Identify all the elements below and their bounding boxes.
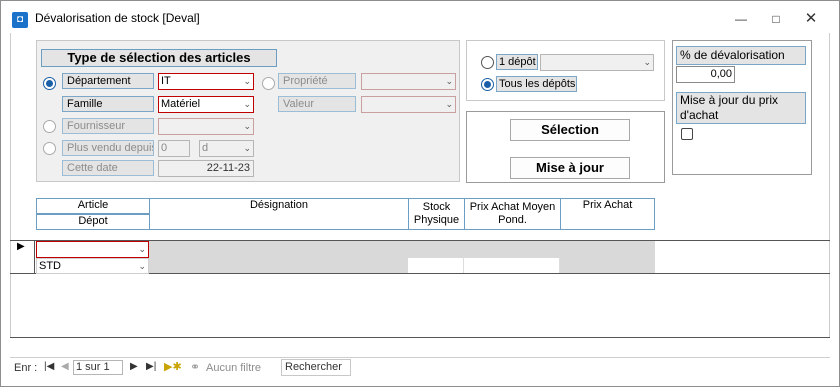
valeur-label: Valeur: [278, 96, 356, 112]
propriete-label: Propriété: [278, 73, 356, 89]
famille-value: Matériel: [161, 98, 201, 110]
chevron-down-icon: ⌄: [138, 244, 146, 254]
header-article[interactable]: Article: [36, 198, 150, 214]
window-title: Dévalorisation de stock [Deval]: [35, 11, 200, 25]
radio-fournisseur[interactable]: [43, 120, 56, 133]
chevron-down-icon: ⌄: [243, 76, 251, 86]
cette-date-input[interactable]: 22-11-23: [158, 160, 254, 177]
new-record-icon[interactable]: ▶✱: [164, 360, 182, 373]
cette-date-label: Cette date: [62, 160, 154, 176]
tous-depots-label: Tous les dépôts: [496, 76, 577, 92]
search-input[interactable]: Rechercher: [281, 359, 351, 376]
header-stock-physique[interactable]: Stock Physique: [408, 198, 465, 230]
first-record-icon[interactable]: |◀: [44, 361, 54, 372]
pct-devalorisation-label: % de dévalorisation: [676, 46, 806, 65]
title-bar: ◘ Dévalorisation de stock [Deval] — □ ✕: [1, 1, 839, 33]
last-record-icon[interactable]: ▶|: [146, 361, 156, 372]
filter-icon: ⚭: [190, 360, 201, 374]
row-selector-icon[interactable]: ▶: [17, 241, 25, 252]
radio-tous-depots[interactable]: [481, 78, 494, 91]
radio-plus-vendu[interactable]: [43, 142, 56, 155]
depot-value: STD: [39, 260, 61, 272]
filter-label[interactable]: Aucun filtre: [206, 362, 261, 374]
grid-bottom-line: [10, 337, 830, 338]
app-icon: ◘: [12, 12, 28, 28]
chevron-down-icon: ⌄: [445, 99, 453, 109]
plus-vendu-unit-select[interactable]: d ⌄: [199, 140, 254, 157]
chevron-down-icon: ⌄: [243, 143, 251, 153]
radio-un-depot[interactable]: [481, 56, 494, 69]
maj-prix-achat-label: Mise à jour du prix d'achat: [676, 92, 806, 124]
stock-cell[interactable]: [408, 258, 464, 273]
maximize-icon[interactable]: □: [762, 9, 790, 29]
valeur-select[interactable]: ⌄: [361, 96, 456, 113]
stock-cell-top: [408, 241, 464, 258]
mise-a-jour-button[interactable]: Mise à jour: [510, 157, 630, 179]
row-selector-divider: [34, 241, 35, 273]
depot-cell[interactable]: STD ⌄: [36, 258, 149, 274]
fournisseur-select[interactable]: ⌄: [158, 118, 254, 135]
selection-button[interactable]: Sélection: [510, 119, 630, 141]
prix-moyen-cell[interactable]: [464, 258, 560, 273]
article-select[interactable]: ⌄: [36, 241, 149, 258]
prix-achat-cell: [560, 241, 655, 273]
statusbar-divider: [10, 357, 830, 358]
chevron-down-icon: ⌄: [243, 99, 251, 109]
record-navigation-bar: Enr : |◀ ◀ 1 sur 1 ▶ ▶| ▶✱ ⚭ Aucun filtr…: [10, 359, 830, 377]
un-depot-label: 1 dépôt: [496, 54, 538, 70]
record-position-input[interactable]: 1 sur 1: [73, 360, 123, 375]
famille-select[interactable]: Matériel ⌄: [158, 96, 254, 113]
famille-label: Famille: [62, 96, 154, 112]
plus-vendu-label: Plus vendu depuis: [62, 140, 154, 156]
prev-record-icon[interactable]: ◀: [61, 361, 69, 372]
selection-heading: Type de sélection des articles: [41, 49, 277, 67]
prix-moyen-cell-top: [464, 241, 560, 258]
depot-select[interactable]: ⌄: [540, 54, 654, 71]
header-prix-achat-moyen[interactable]: Prix Achat Moyen Pond.: [464, 198, 561, 230]
fournisseur-label: Fournisseur: [62, 118, 154, 134]
minimize-icon[interactable]: —: [727, 9, 755, 29]
chevron-down-icon: ⌄: [138, 261, 146, 271]
chevron-down-icon: ⌄: [643, 57, 651, 67]
plus-vendu-input[interactable]: 0: [158, 140, 190, 157]
pct-devalorisation-input[interactable]: 0,00: [676, 66, 735, 83]
plus-vendu-unit-value: d: [202, 142, 209, 154]
radio-departement[interactable]: [43, 77, 56, 90]
propriete-select[interactable]: ⌄: [361, 73, 456, 90]
departement-select[interactable]: IT ⌄: [158, 73, 254, 90]
chevron-down-icon: ⌄: [445, 76, 453, 86]
departement-value: IT: [161, 75, 171, 87]
header-depot[interactable]: Dépot: [36, 214, 150, 230]
radio-propriete[interactable]: [262, 77, 275, 90]
header-prix-achat[interactable]: Prix Achat: [560, 198, 655, 230]
header-designation[interactable]: Désignation: [149, 198, 409, 230]
chevron-down-icon: ⌄: [243, 121, 251, 131]
enr-label: Enr :: [14, 362, 38, 374]
maj-prix-achat-checkbox[interactable]: [681, 128, 693, 140]
departement-label: Département: [62, 73, 154, 89]
close-icon[interactable]: ✕: [797, 9, 825, 29]
next-record-icon[interactable]: ▶: [130, 361, 138, 372]
designation-cell: [149, 241, 408, 273]
